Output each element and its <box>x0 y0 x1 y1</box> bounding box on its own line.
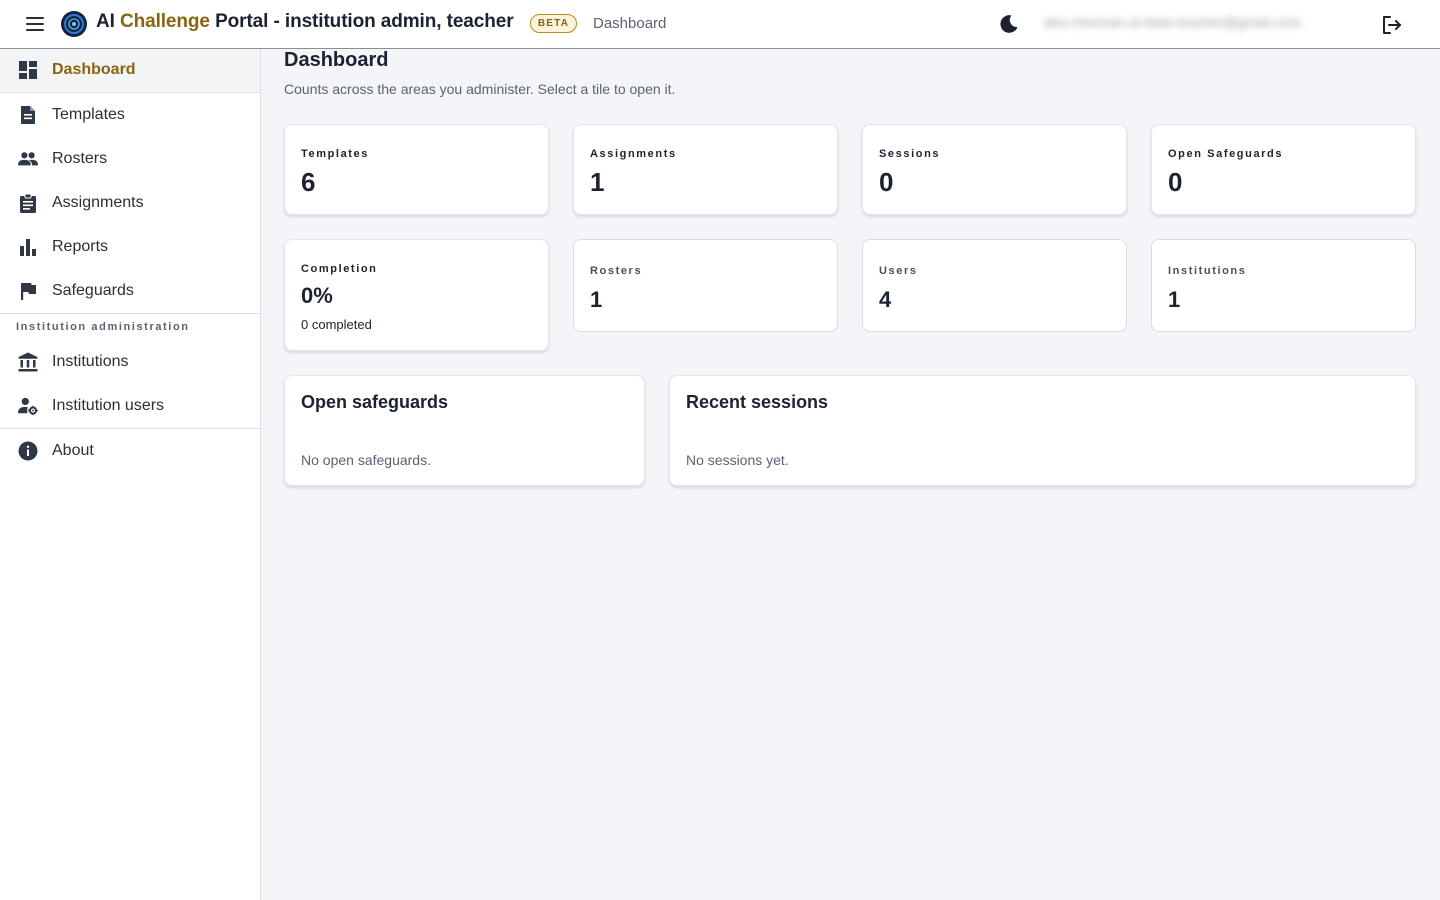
dashboard-icon <box>18 60 38 80</box>
tile-value: 4 <box>879 287 892 312</box>
empty-state: No sessions yet. <box>686 452 789 468</box>
top-app-bar: AI Challenge Portal - institution admin,… <box>0 0 1440 49</box>
tile-label: Completion <box>301 263 378 275</box>
app-title-prefix: AI <box>96 11 120 32</box>
tile-label: Rosters <box>590 265 643 277</box>
tile-open-safeguards[interactable]: Open Safeguards 0 <box>1151 124 1416 215</box>
sidebar-item-label: Assignments <box>52 194 144 211</box>
sidebar: Dashboard Templates Rosters Assignments … <box>0 49 261 900</box>
sidebar-item-label: Safeguards <box>52 282 134 299</box>
tile-users[interactable]: Users 4 <box>862 239 1127 332</box>
tile-institutions[interactable]: Institutions 1 <box>1151 239 1416 332</box>
tile-label: Institutions <box>1168 265 1247 277</box>
sidebar-item-institutions[interactable]: Institutions <box>0 341 260 383</box>
open-safeguards-panel: Open safeguards No open safeguards. <box>284 375 645 486</box>
page-title: Dashboard <box>284 49 389 71</box>
tile-label: Sessions <box>879 148 941 160</box>
panel-title: Recent sessions <box>686 392 829 412</box>
empty-state: No open safeguards. <box>301 452 431 468</box>
tile-assignments[interactable]: Assignments 1 <box>573 124 838 215</box>
tile-label: Users <box>879 265 918 277</box>
tile-value: 0 <box>1168 167 1183 197</box>
tile-label: Templates <box>301 148 369 160</box>
recent-sessions-panel: Recent sessions No sessions yet. <box>669 375 1416 486</box>
beta-badge: BETA <box>530 14 577 33</box>
logout-icon[interactable] <box>1380 13 1404 37</box>
breadcrumb: Dashboard <box>593 15 667 32</box>
bar-chart-icon <box>18 237 38 257</box>
tile-templates[interactable]: Templates 6 <box>284 124 549 215</box>
sidebar-item-institution-users[interactable]: Institution users <box>0 385 260 427</box>
institution-icon <box>18 352 38 372</box>
sidebar-item-dashboard[interactable]: Dashboard <box>0 49 260 91</box>
tile-value: 1 <box>590 287 603 312</box>
sidebar-item-label: Institutions <box>52 353 129 370</box>
section-label: Institution administration <box>16 321 190 333</box>
sidebar-item-label: Templates <box>52 106 125 123</box>
flag-icon <box>18 281 38 301</box>
app-title: AI Challenge Portal - institution admin,… <box>96 11 514 33</box>
document-icon <box>18 105 38 125</box>
sidebar-item-label: Reports <box>52 238 109 255</box>
app-title-accent: Challenge <box>119 11 210 32</box>
sidebar-item-assignments[interactable]: Assignments <box>0 182 260 224</box>
tile-completion[interactable]: Completion 0% 0 completed <box>284 239 549 351</box>
tile-value: 6 <box>301 167 316 197</box>
user-settings-icon <box>18 396 38 416</box>
info-icon <box>18 441 38 461</box>
sidebar-item-safeguards[interactable]: Safeguards <box>0 270 260 312</box>
sidebar-item-label: Rosters <box>52 150 108 167</box>
tile-sessions[interactable]: Sessions 0 <box>862 124 1127 215</box>
tile-label: Assignments <box>590 148 677 160</box>
divider <box>0 92 260 93</box>
user-email: alex.freeman.ai-beta-teacher@gmail.com <box>1044 14 1301 30</box>
clipboard-icon <box>18 193 38 213</box>
sidebar-item-reports[interactable]: Reports <box>0 226 260 268</box>
tile-value: 1 <box>590 167 605 197</box>
divider <box>0 313 260 314</box>
sidebar-item-label: About <box>52 442 94 459</box>
sidebar-item-rosters[interactable]: Rosters <box>0 138 260 180</box>
sidebar-item-label: Institution users <box>52 397 165 414</box>
tile-value: 0% <box>301 283 333 308</box>
panel-title: Open safeguards <box>301 392 449 412</box>
logo-icon <box>60 10 88 38</box>
tile-label: Open Safeguards <box>1168 148 1284 160</box>
page-subtitle: Counts across the areas you administer. … <box>284 81 676 97</box>
app-title-suffix: Portal - institution admin, teacher <box>209 11 514 32</box>
tile-subtext: 0 completed <box>301 317 372 332</box>
sidebar-item-about[interactable]: About <box>0 430 260 472</box>
sidebar-item-label: Dashboard <box>52 61 136 78</box>
people-icon <box>18 149 38 169</box>
dark-mode-toggle-icon[interactable] <box>998 13 1020 35</box>
tile-value: 0 <box>879 167 894 197</box>
divider <box>0 428 260 429</box>
menu-icon[interactable] <box>24 14 46 34</box>
tile-rosters[interactable]: Rosters 1 <box>573 239 838 332</box>
sidebar-item-templates[interactable]: Templates <box>0 94 260 136</box>
tile-value: 1 <box>1168 287 1181 312</box>
